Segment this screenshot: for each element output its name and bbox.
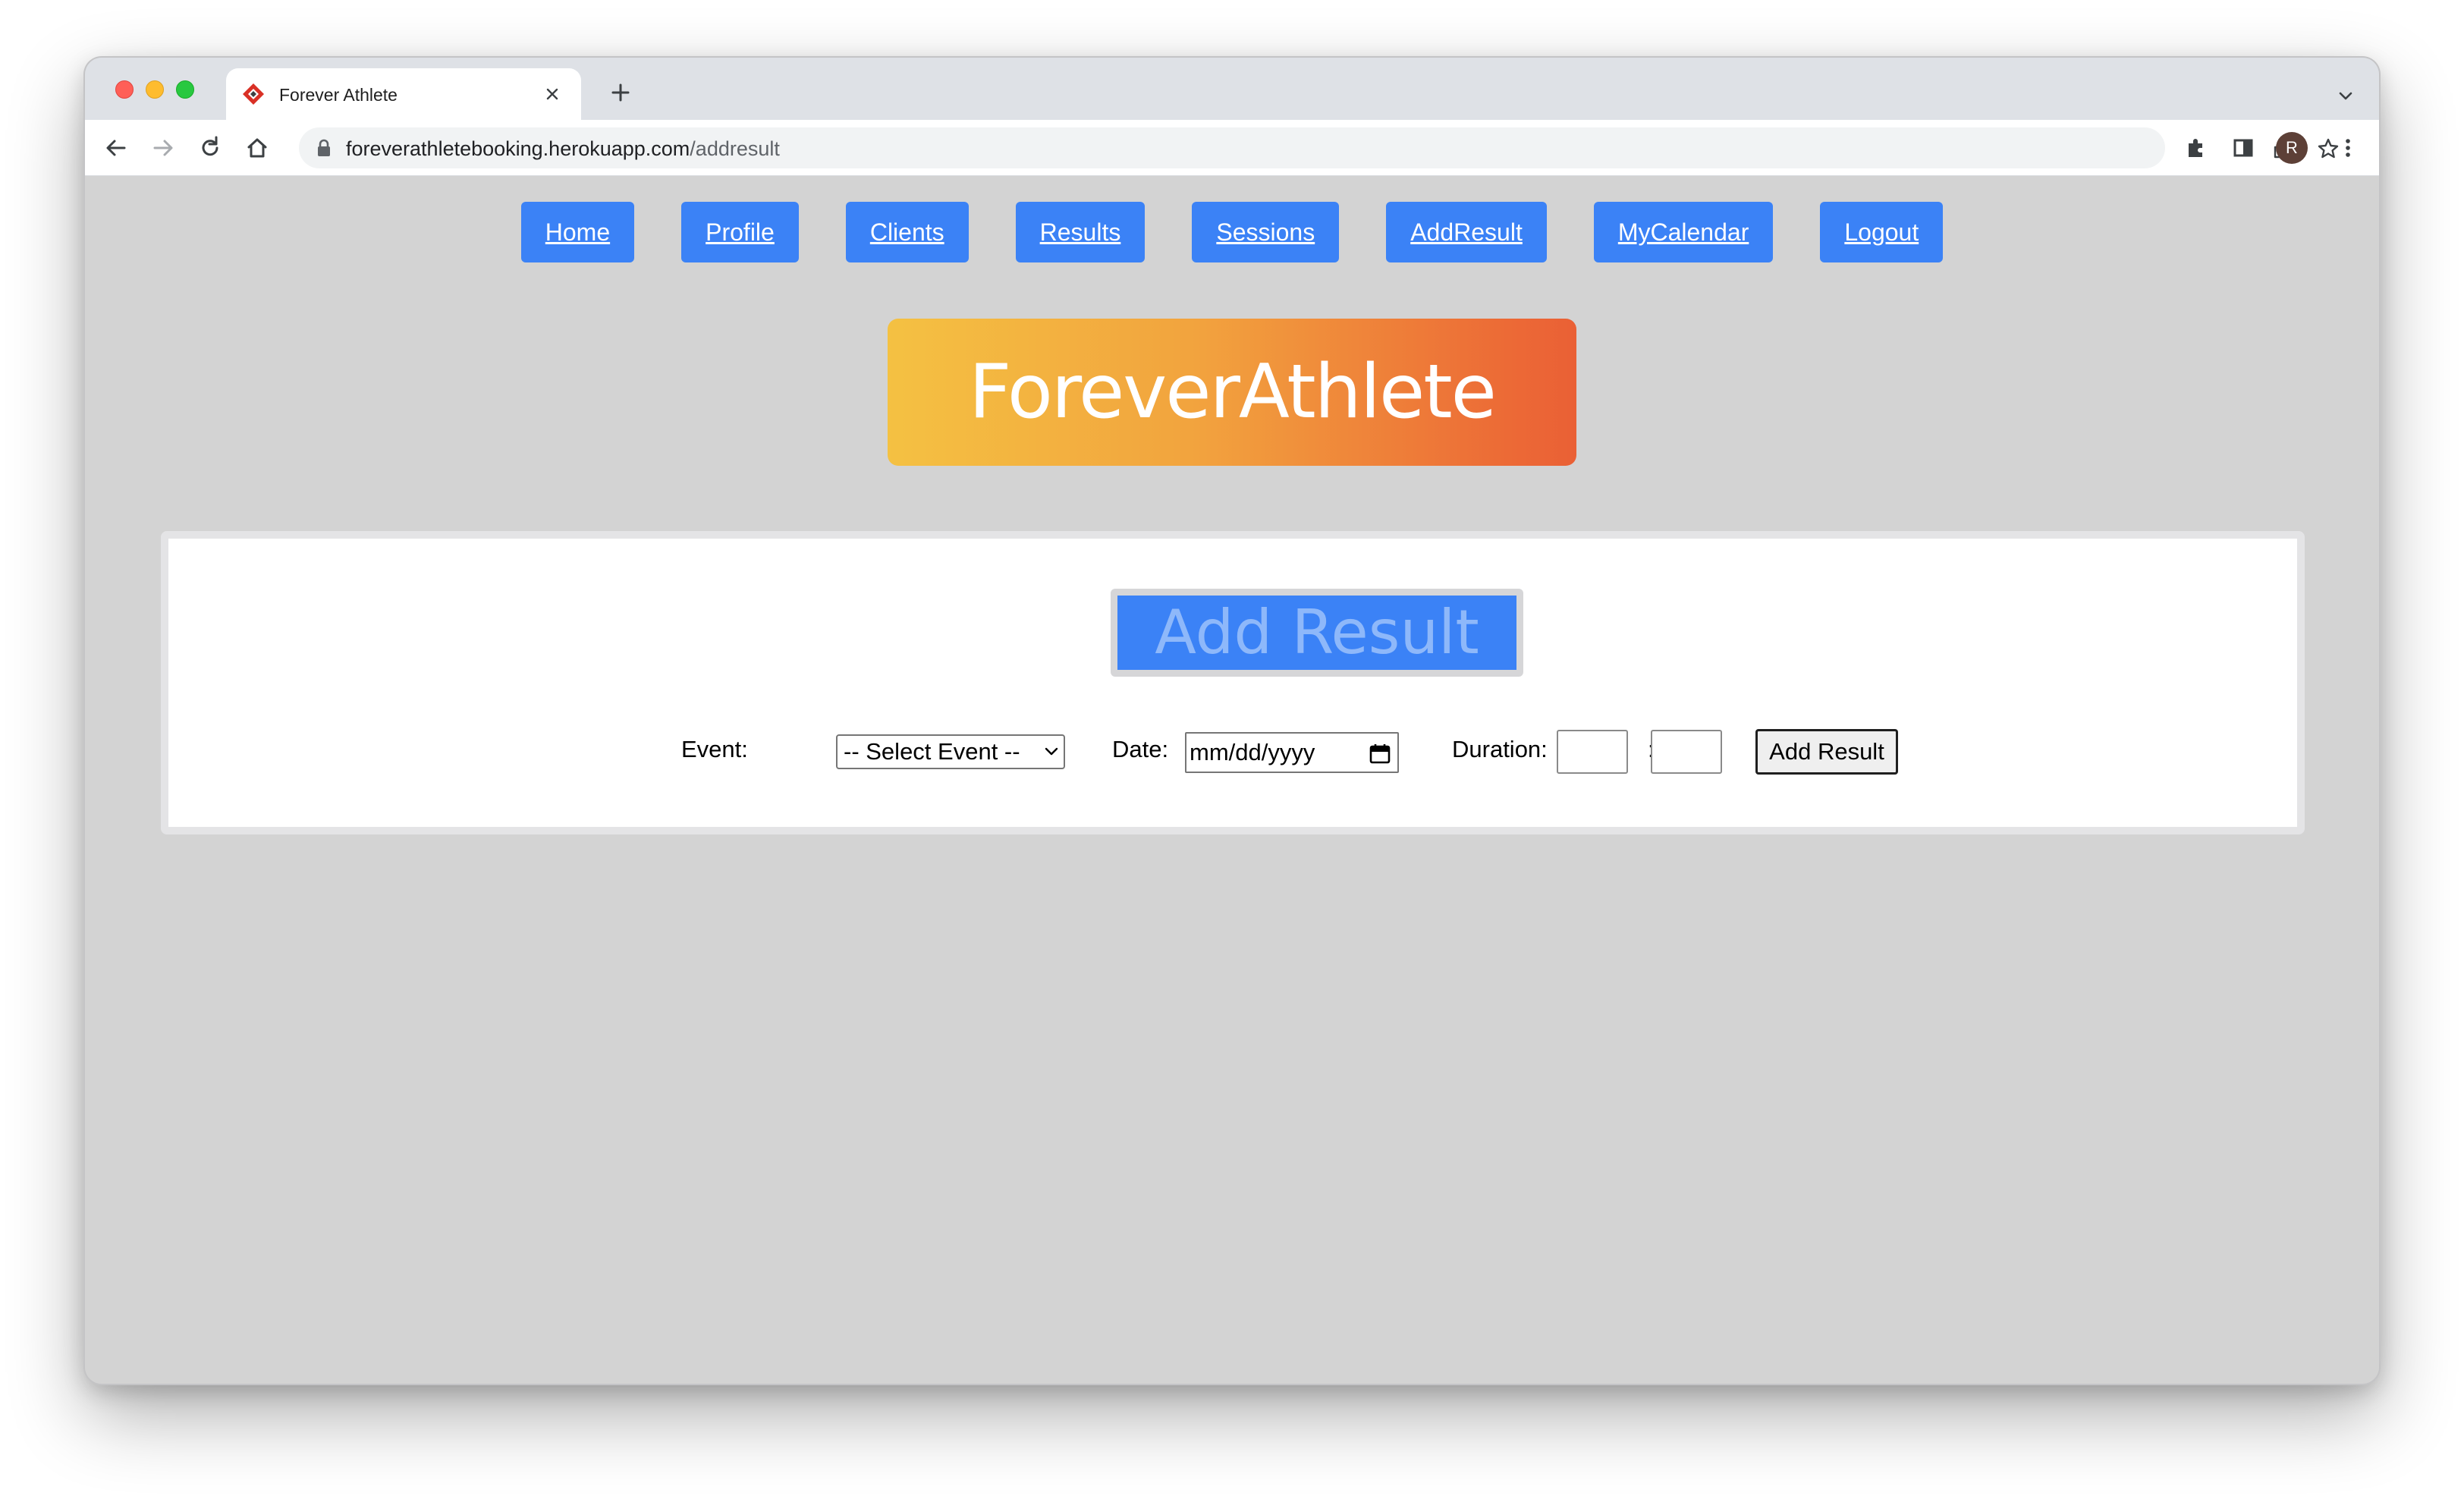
page-content: Home Profile Clients Results Sessions Ad…	[85, 176, 2379, 1384]
side-panel-icon[interactable]	[2229, 134, 2258, 162]
url-path: /addresult	[690, 137, 780, 160]
home-icon[interactable]	[243, 134, 272, 162]
nav-results-link[interactable]: Results	[1015, 202, 1146, 262]
url-text: foreverathletebooking.herokuapp.com/addr…	[346, 137, 780, 161]
url-host: foreverathletebooking.herokuapp.com	[346, 137, 690, 160]
duration-seconds-input[interactable]	[1651, 730, 1722, 774]
nav-logout-link[interactable]: Logout	[1820, 202, 1944, 262]
nav-addresult-link[interactable]: AddResult	[1386, 202, 1547, 262]
browser-tab[interactable]: Forever Athlete	[226, 68, 581, 120]
minimize-window-button[interactable]	[146, 80, 164, 99]
duration-label: Duration:	[1452, 736, 1548, 762]
extensions-icon[interactable]	[2182, 134, 2211, 162]
event-select[interactable]: -- Select Event --	[836, 734, 1065, 769]
duration-minutes-input[interactable]	[1557, 730, 1628, 774]
nav-home-link[interactable]: Home	[520, 202, 635, 262]
tab-strip: Forever Athlete	[85, 58, 2379, 120]
nav-profile-link[interactable]: Profile	[681, 202, 799, 262]
site-favicon-icon	[243, 83, 264, 105]
add-result-button[interactable]: Add Result	[1755, 729, 1898, 775]
nav-mycalendar-link[interactable]: MyCalendar	[1593, 202, 1774, 262]
date-label: Date:	[1112, 736, 1169, 762]
browser-toolbar: foreverathletebooking.herokuapp.com/addr…	[85, 120, 2379, 176]
panel-title: Add Result	[1111, 589, 1523, 677]
date-placeholder: mm/dd/yyyy	[1190, 739, 1315, 765]
nav-clients-link[interactable]: Clients	[845, 202, 969, 262]
close-icon[interactable]	[542, 83, 563, 105]
date-input[interactable]: mm/dd/yyyy	[1185, 732, 1399, 773]
browser-window: Forever Athlete foreverathletebooking.he…	[85, 58, 2379, 1384]
brand-banner: ForeverAthlete	[888, 319, 1576, 466]
lock-icon[interactable]	[316, 139, 332, 157]
close-window-button[interactable]	[115, 80, 134, 99]
calendar-icon[interactable]	[1369, 743, 1391, 764]
reload-icon[interactable]	[196, 134, 225, 162]
add-result-panel: Add Result Event: -- Select Event -- Dat…	[161, 531, 2305, 834]
chevron-down-icon	[1045, 747, 1058, 756]
back-icon[interactable]	[102, 134, 130, 162]
nav-sessions-link[interactable]: Sessions	[1192, 202, 1340, 262]
maximize-window-button[interactable]	[176, 80, 194, 99]
event-select-value: -- Select Event --	[844, 738, 1020, 765]
forward-icon[interactable]	[149, 134, 178, 162]
tab-search-icon[interactable]	[2335, 85, 2356, 106]
profile-avatar[interactable]: R	[2276, 132, 2308, 164]
event-label: Event:	[681, 736, 748, 762]
address-bar[interactable]: foreverathletebooking.herokuapp.com/addr…	[299, 127, 2339, 168]
main-nav: Home Profile Clients Results Sessions Ad…	[85, 202, 2379, 262]
tab-title: Forever Athlete	[279, 85, 398, 105]
more-menu-icon[interactable]	[2334, 134, 2362, 162]
new-tab-icon[interactable]	[608, 80, 633, 105]
